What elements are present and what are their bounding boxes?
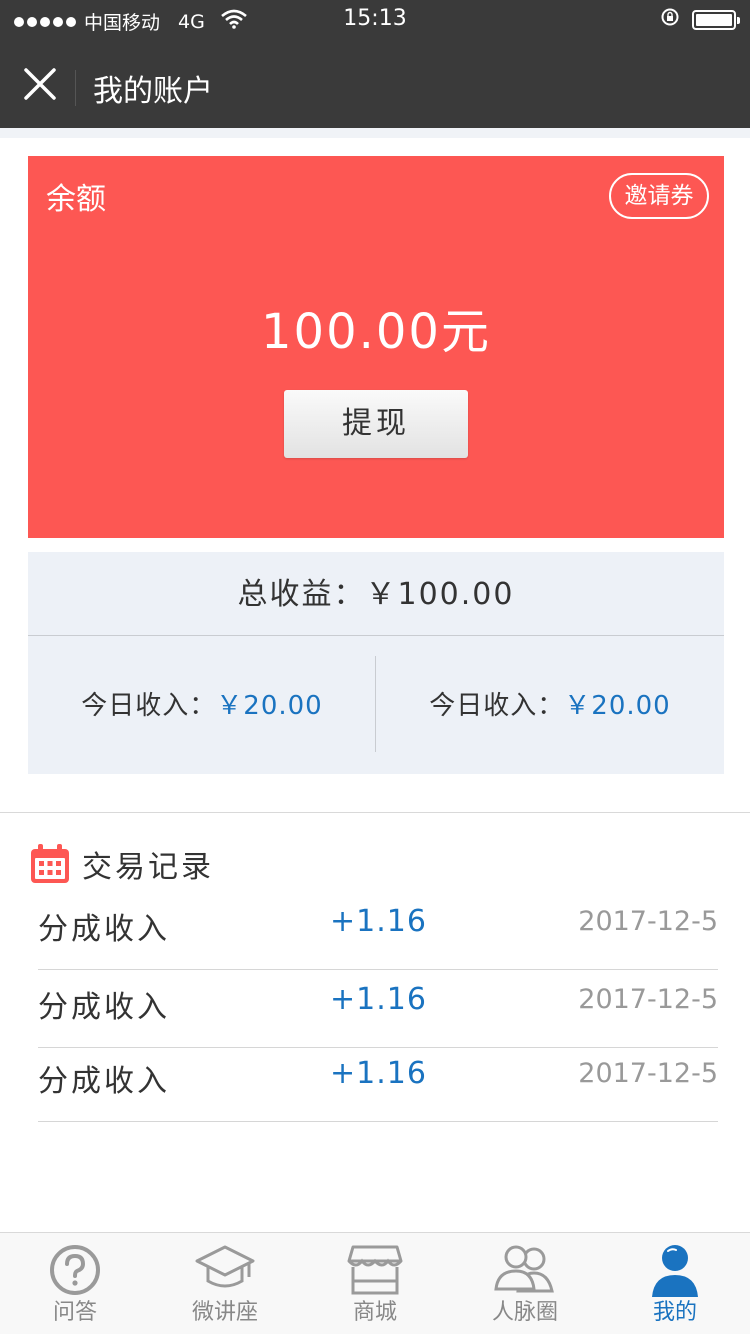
people-icon (494, 1245, 554, 1293)
total-earnings-value: ￥100.00 (365, 577, 515, 612)
balance-label: 余额 (46, 182, 106, 217)
status-bar: 中国移动 4G 15:13 (0, 0, 750, 40)
total-earnings: 总收益：￥100.00 (28, 552, 724, 636)
record-value: +1.16 (330, 1056, 427, 1091)
tab-mine[interactable]: 我的 (600, 1233, 750, 1334)
close-button[interactable] (20, 64, 60, 104)
record-date: 2017-12-5 (578, 906, 718, 937)
graduation-cap-icon (195, 1245, 255, 1288)
nav-bar: 我的账户 (0, 40, 750, 128)
income-columns: 今日收入：￥20.00 今日收入：￥20.00 (28, 636, 724, 773)
today-income-right-value: ￥20.00 (564, 691, 671, 721)
nav-divider (75, 70, 76, 106)
section-divider (0, 812, 750, 813)
today-income-right: 今日收入：￥20.00 (376, 636, 724, 773)
record-name: 分成收入 (38, 1064, 170, 1099)
status-time: 15:13 (343, 6, 407, 31)
record-row[interactable]: 分成收入 +1.16 2017-12-5 (38, 892, 718, 970)
status-right (660, 7, 740, 32)
tab-qa[interactable]: 问答 (0, 1233, 150, 1334)
today-income-right-label: 今日收入： (429, 691, 565, 721)
balance-amount: 100.00元 (261, 304, 491, 360)
tab-store[interactable]: 商城 (300, 1233, 450, 1334)
tab-label: 微讲座 (191, 1300, 258, 1325)
user-icon (652, 1245, 698, 1297)
orientation-lock-icon (660, 7, 680, 32)
tab-label: 问答 (52, 1300, 97, 1325)
today-income-left: 今日收入：￥20.00 (28, 636, 376, 773)
store-icon (347, 1245, 403, 1295)
record-value: +1.16 (330, 982, 427, 1017)
total-earnings-label: 总收益： (237, 577, 366, 612)
question-icon (50, 1245, 100, 1295)
record-name: 分成收入 (38, 912, 170, 947)
withdraw-button[interactable]: 提现 (284, 390, 468, 458)
record-value: +1.16 (330, 904, 427, 939)
today-income-left-value: ￥20.00 (216, 691, 323, 721)
record-name: 分成收入 (38, 990, 170, 1025)
tab-network[interactable]: 人脉圈 (450, 1233, 600, 1334)
record-date: 2017-12-5 (578, 1058, 718, 1089)
record-date: 2017-12-5 (578, 984, 718, 1015)
record-row[interactable]: 分成收入 +1.16 2017-12-5 (38, 970, 718, 1048)
records-header: 交易记录 (30, 842, 214, 886)
record-row[interactable]: 分成收入 +1.16 2017-12-5 (38, 1044, 718, 1122)
page-title: 我的账户 (93, 74, 213, 109)
tab-label: 人脉圈 (491, 1300, 558, 1325)
calendar-icon (31, 844, 69, 883)
tab-bar: 问答 微讲座 商城 人脉圈 我的 (0, 1232, 750, 1334)
balance-card: 余额 邀请券 100.00元 提现 (28, 156, 724, 538)
tab-label: 我的 (652, 1300, 697, 1325)
battery-icon (692, 9, 740, 30)
coupon-button[interactable]: 邀请券 (609, 173, 709, 219)
top-strip (0, 128, 750, 138)
close-icon (24, 68, 56, 100)
today-income-left-label: 今日收入： (81, 691, 217, 721)
earnings-summary: 总收益：￥100.00 今日收入：￥20.00 今日收入：￥20.00 (28, 552, 724, 774)
records-title: 交易记录 (82, 850, 214, 885)
tab-lecture[interactable]: 微讲座 (150, 1233, 300, 1334)
tab-label: 商城 (352, 1300, 397, 1325)
